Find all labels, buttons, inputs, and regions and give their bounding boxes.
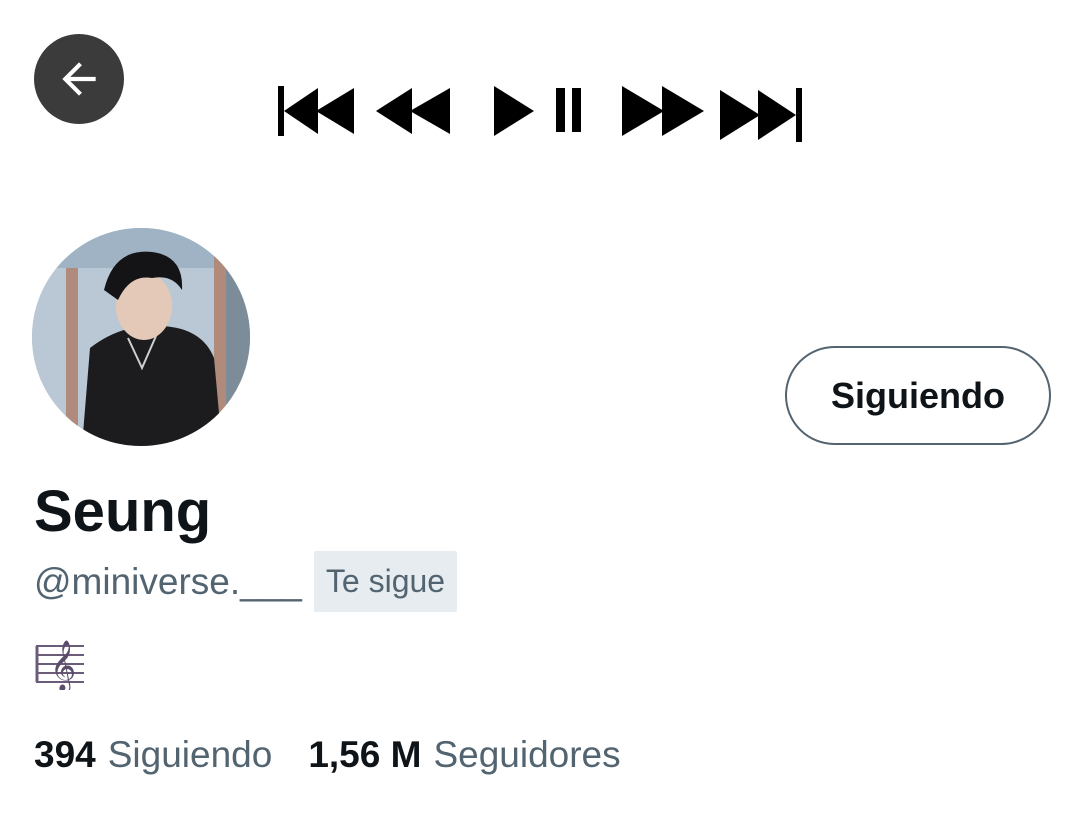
display-name: Seung xyxy=(34,479,212,544)
followers-count: 1,56 M xyxy=(308,734,422,775)
followers-label: Seguidores xyxy=(433,734,621,775)
treble-clef-staff-icon: 𝄞 xyxy=(35,640,84,690)
following-count-link[interactable]: 394 Siguiendo xyxy=(34,734,272,776)
avatar[interactable] xyxy=(28,224,254,450)
followers-count-link[interactable]: 1,56 M Seguidores xyxy=(308,734,620,776)
handle-row: @miniverse.___ Te sigue xyxy=(34,551,458,612)
fast-forward-icon xyxy=(622,86,704,136)
profile-header-banner xyxy=(0,0,1080,210)
follows-you-badge: Te sigue xyxy=(313,551,458,612)
media-controls xyxy=(278,86,802,142)
following-count: 394 xyxy=(34,734,96,775)
avatar-image xyxy=(32,228,250,446)
following-button-label: Siguiendo xyxy=(831,374,1005,416)
play-pause-icon xyxy=(494,86,581,136)
svg-text:𝄞: 𝄞 xyxy=(50,640,76,690)
back-button[interactable] xyxy=(34,34,124,124)
rewind-icon xyxy=(376,88,450,134)
arrow-left-icon xyxy=(62,62,96,96)
following-button[interactable]: Siguiendo xyxy=(785,346,1051,445)
username-handle: @miniverse.___ xyxy=(34,560,302,602)
following-label: Siguiendo xyxy=(107,734,273,775)
profile-stats: 394 Siguiendo 1,56 M Seguidores xyxy=(34,734,657,776)
skip-next-icon xyxy=(720,88,802,142)
skip-previous-icon xyxy=(278,86,354,136)
